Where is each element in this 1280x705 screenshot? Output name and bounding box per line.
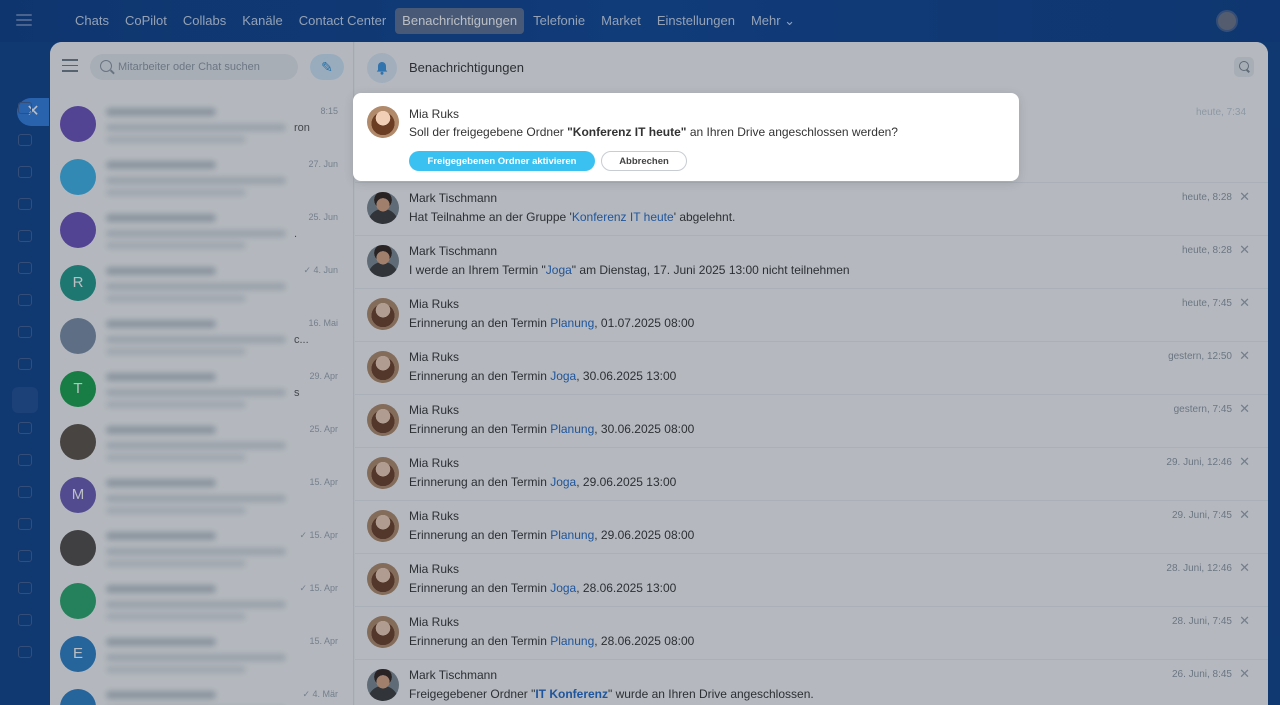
highlighted-notification: Mia Ruks Soll der freigegebene Ordner "K…	[353, 93, 1019, 181]
sender-name: Mia Ruks	[409, 107, 460, 121]
activate-folder-button[interactable]: Freigegebenen Ordner aktivieren	[409, 151, 595, 171]
cancel-button[interactable]: Abbrechen	[601, 151, 687, 171]
text-part: Soll der freigegebene Ordner	[409, 125, 568, 139]
notification-text: Soll der freigegebene Ordner "Konferenz …	[409, 125, 898, 139]
highlight-time: heute, 7:34	[1196, 107, 1247, 118]
text-part: an Ihren Drive angeschlossen werden?	[686, 125, 898, 139]
avatar	[367, 106, 399, 138]
folder-name: "Konferenz IT heute"	[567, 125, 687, 139]
